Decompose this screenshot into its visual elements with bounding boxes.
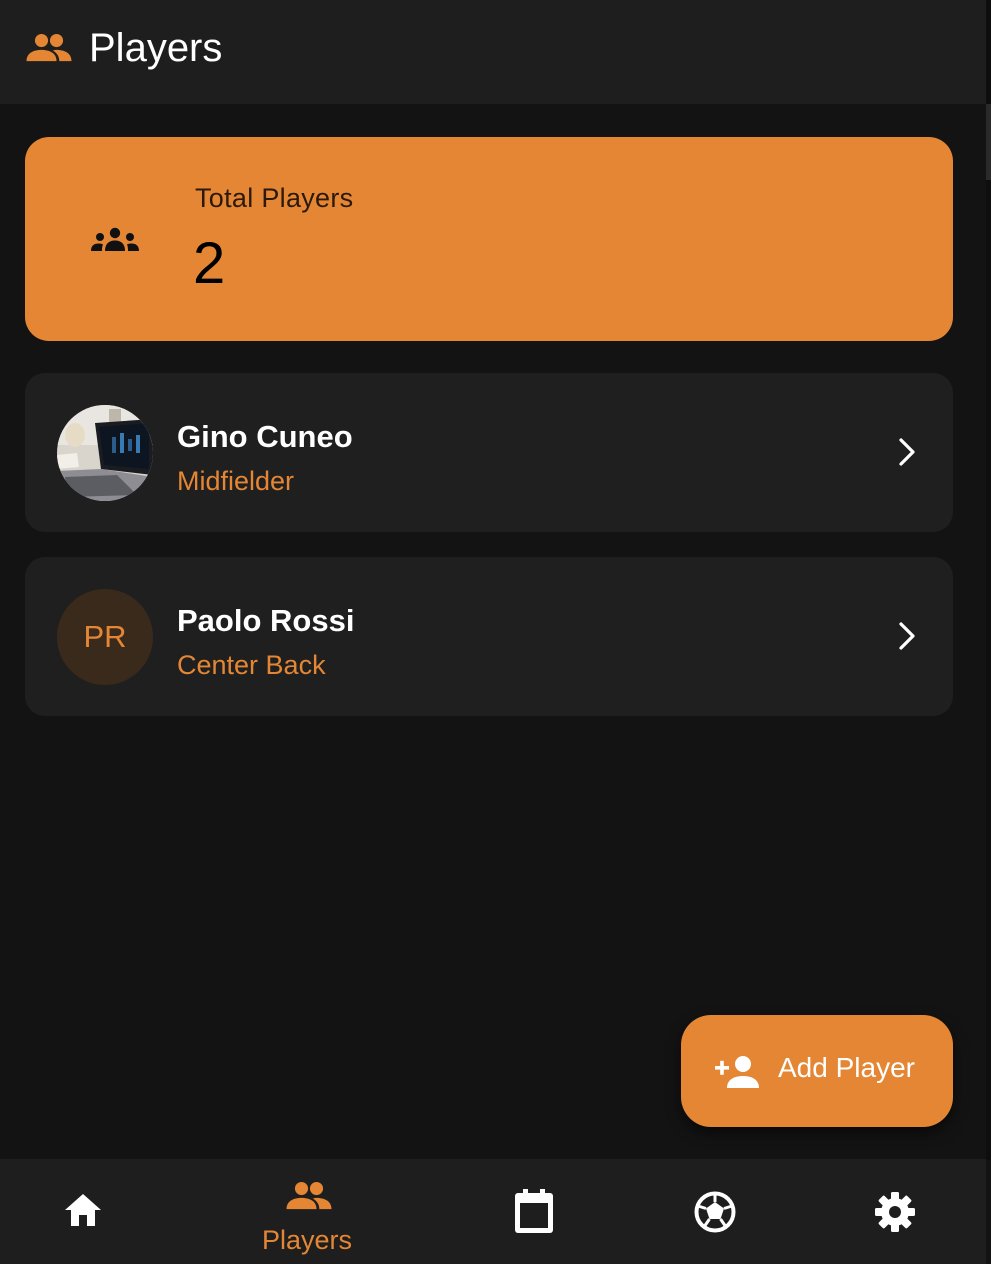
chevron-right-icon[interactable]	[897, 621, 917, 651]
player-avatar-initials: PR	[57, 589, 153, 685]
player-name: Gino Cuneo	[177, 419, 353, 454]
app-bar: Players	[0, 0, 986, 104]
player-card[interactable]: Gino Cuneo Midfielder	[25, 373, 953, 532]
nav-matches[interactable]	[632, 1159, 798, 1264]
laptop-photo-image	[57, 405, 153, 501]
player-avatar-photo	[57, 405, 153, 501]
nav-players-label: Players	[262, 1225, 353, 1255]
total-players-count: 2	[193, 231, 226, 296]
player-card[interactable]: PR Paolo Rossi Center Back	[25, 557, 953, 716]
gear-icon	[875, 1192, 915, 1232]
soccer-ball-icon	[694, 1191, 736, 1233]
nav-calendar[interactable]	[452, 1159, 618, 1264]
app-root: Players Total Players 2 Gino Cuneo Midfi…	[0, 0, 991, 1264]
player-name: Paolo Rossi	[177, 603, 355, 638]
home-icon	[65, 1194, 101, 1226]
player-position: Midfielder	[177, 466, 295, 496]
add-player-button[interactable]: Add Player	[681, 1015, 953, 1127]
chevron-right-icon[interactable]	[897, 437, 917, 467]
scrollbar-thumb[interactable]	[986, 104, 991, 180]
people-icon	[26, 33, 72, 62]
page-title: Players	[89, 26, 223, 70]
nav-home[interactable]	[0, 1159, 166, 1264]
nav-settings[interactable]	[812, 1159, 978, 1264]
groups-icon	[91, 227, 139, 251]
scrollbar[interactable]	[986, 0, 991, 1160]
nav-players[interactable]: Players	[226, 1159, 392, 1264]
total-players-label: Total Players	[195, 183, 354, 213]
people-icon	[286, 1181, 332, 1210]
person-add-icon	[715, 1056, 759, 1088]
player-position: Center Back	[177, 650, 326, 680]
bottom-navigation: Players	[0, 1159, 986, 1264]
add-player-label: Add Player	[778, 1052, 915, 1083]
total-players-card: Total Players 2	[25, 137, 953, 341]
calendar-icon	[515, 1189, 553, 1233]
